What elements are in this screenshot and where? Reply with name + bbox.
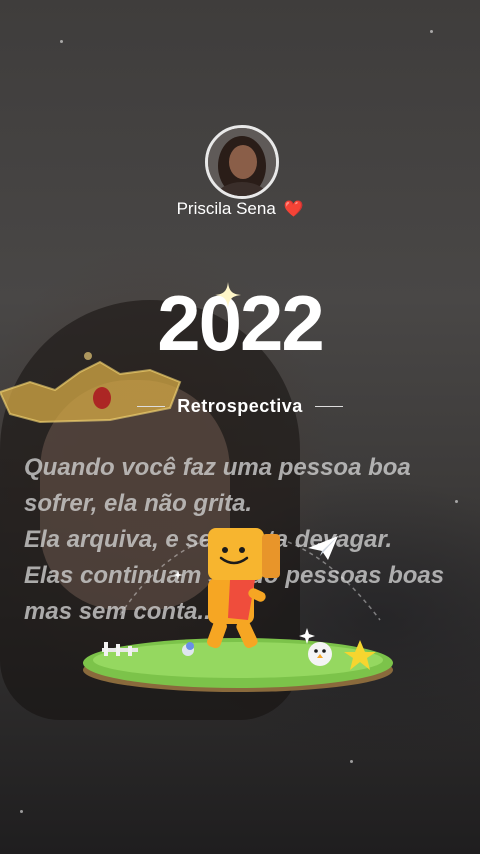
mascot-island-illustration <box>83 528 393 692</box>
divider-left <box>136 406 165 407</box>
sparkle <box>350 760 353 763</box>
profile-name-row: Priscila Sena ❤️ <box>0 199 480 219</box>
divider-right <box>315 406 344 407</box>
sparkle <box>430 30 433 33</box>
quote-line: Quando você faz uma pessoa boa <box>24 454 411 481</box>
profile-name: Priscila Sena <box>176 199 276 218</box>
avatar-image <box>208 128 276 196</box>
sparkle <box>20 810 23 813</box>
heart-icon: ❤️ <box>283 201 304 218</box>
subtitle: Retrospectiva <box>177 396 303 416</box>
sparkle-star-icon <box>215 282 241 308</box>
avatar[interactable] <box>205 125 279 199</box>
subtitle-row: Retrospectiva <box>0 396 480 417</box>
sparkle <box>60 40 63 43</box>
quote-line: sofrer, ela não grita. <box>24 490 253 517</box>
